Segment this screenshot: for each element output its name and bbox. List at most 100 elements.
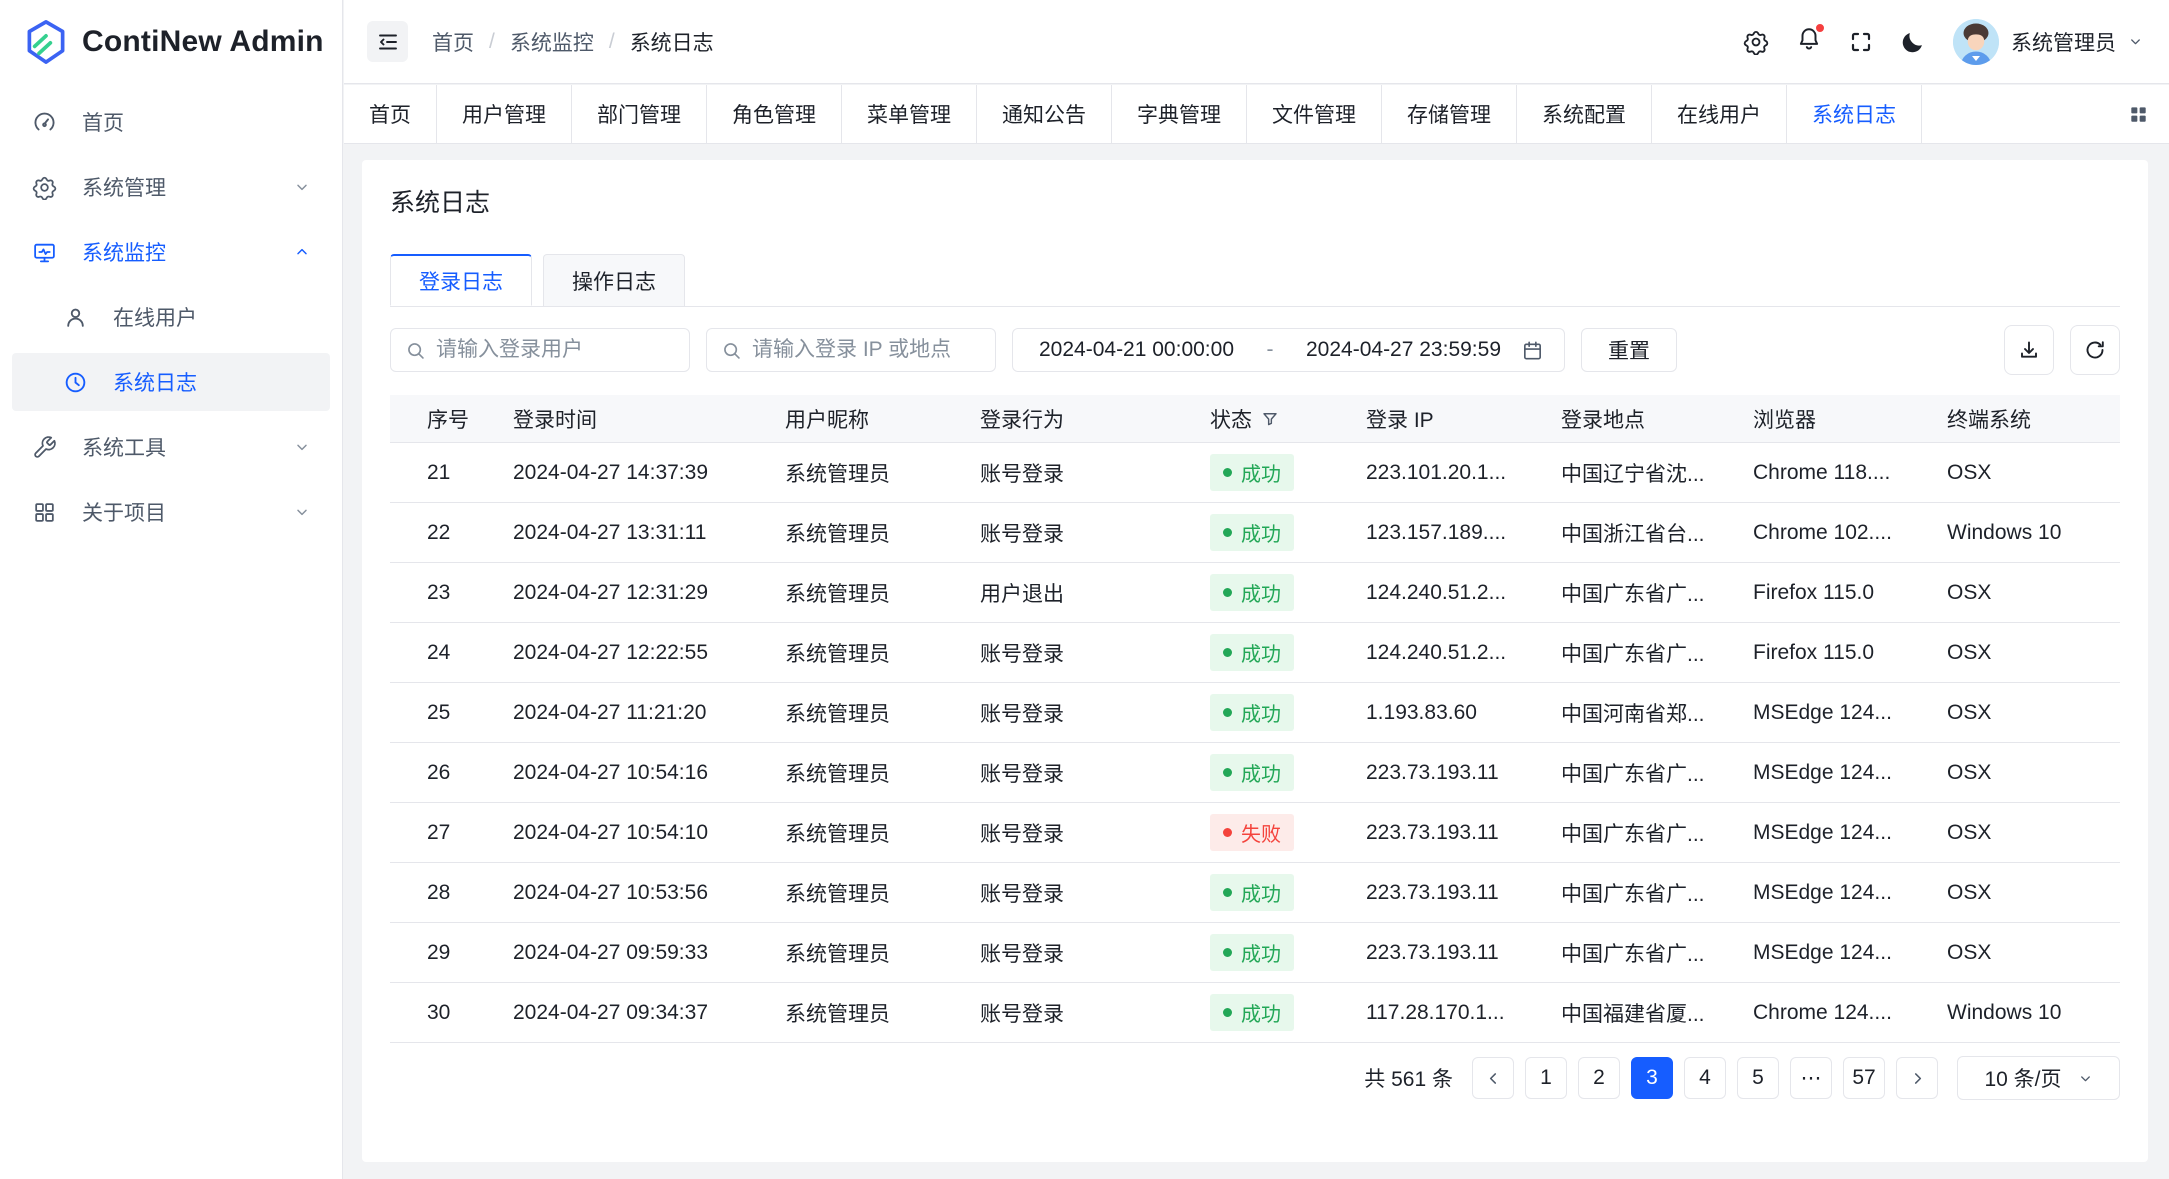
cell-location: 中国河南省郑... (1561, 698, 1753, 728)
page-button-57[interactable]: 57 (1843, 1057, 1885, 1099)
cell-nickname: 系统管理员 (785, 578, 980, 608)
tab-user-management[interactable]: 用户管理 (437, 85, 572, 143)
prev-page-button[interactable] (1472, 1057, 1514, 1099)
tab-login-log[interactable]: 登录日志 (390, 254, 532, 306)
tab-department-management[interactable]: 部门管理 (572, 85, 707, 143)
cell-action: 账号登录 (980, 638, 1210, 668)
table-row: 24 2024-04-27 12:22:55 系统管理员 账号登录 成功 124… (390, 623, 2120, 683)
cell-index: 21 (390, 461, 513, 485)
cell-os: OSX (1947, 941, 2120, 965)
cell-action: 账号登录 (980, 458, 1210, 488)
cell-status: 成功 (1210, 454, 1366, 491)
cell-time: 2024-04-27 12:22:55 (513, 641, 785, 665)
cell-status: 成功 (1210, 994, 1366, 1031)
tab-file-management[interactable]: 文件管理 (1247, 85, 1382, 143)
status-dot (1223, 468, 1232, 477)
sidebar-item-about-project[interactable]: 关于项目 (12, 483, 330, 541)
page-button-4[interactable]: 4 (1684, 1057, 1726, 1099)
filter-funnel-icon[interactable] (1261, 410, 1279, 428)
page-button-3-active[interactable]: 3 (1631, 1057, 1673, 1099)
table-row: 29 2024-04-27 09:59:33 系统管理员 账号登录 成功 223… (390, 923, 2120, 983)
breadcrumb-current: 系统日志 (630, 27, 714, 57)
cell-time: 2024-04-27 12:31:29 (513, 581, 785, 605)
tab-online-users[interactable]: 在线用户 (1652, 85, 1787, 143)
settings-gear-icon[interactable] (1743, 29, 1769, 55)
col-status: 状态 (1210, 404, 1366, 434)
login-user-search-input[interactable] (436, 338, 675, 362)
tab-list-menu-button[interactable] (2107, 85, 2169, 143)
sidebar-item-label: 首页 (82, 107, 310, 137)
cell-ip: 223.101.20.1... (1366, 461, 1561, 485)
sidebar-item-home[interactable]: 首页 (12, 93, 330, 151)
refresh-button[interactable] (2070, 325, 2120, 375)
tab-system-log[interactable]: 系统日志 (1787, 85, 1922, 143)
login-ip-search-field[interactable] (706, 328, 996, 372)
cell-location: 中国广东省广... (1561, 578, 1753, 608)
page-size-select[interactable]: 10 条/页 (1957, 1056, 2120, 1100)
reset-button[interactable]: 重置 (1581, 328, 1677, 372)
cell-os: OSX (1947, 701, 2120, 725)
chevron-down-icon (2128, 34, 2143, 49)
status-badge: 成功 (1210, 694, 1294, 731)
tab-menu-management[interactable]: 菜单管理 (842, 85, 977, 143)
logo[interactable]: ContiNew Admin (0, 0, 342, 84)
cell-nickname: 系统管理员 (785, 518, 980, 548)
avatar (1953, 19, 1999, 65)
cell-os: OSX (1947, 641, 2120, 665)
user-name: 系统管理员 (2011, 27, 2116, 57)
sidebar-collapse-button[interactable] (367, 21, 408, 62)
tab-storage-management[interactable]: 存储管理 (1382, 85, 1517, 143)
tab-operation-log[interactable]: 操作日志 (543, 254, 685, 306)
sidebar-item-system-tools[interactable]: 系统工具 (12, 418, 330, 476)
tab-announcement[interactable]: 通知公告 (977, 85, 1112, 143)
cell-status: 失败 (1210, 814, 1366, 851)
status-badge: 成功 (1210, 874, 1294, 911)
next-page-button[interactable] (1896, 1057, 1938, 1099)
cell-index: 26 (390, 761, 513, 785)
cell-ip: 123.157.189.... (1366, 521, 1561, 545)
cell-browser: Chrome 102.... (1753, 521, 1947, 545)
page-button-5[interactable]: 5 (1737, 1057, 1779, 1099)
login-ip-search-input[interactable] (752, 338, 981, 362)
breadcrumb-separator: / (489, 30, 495, 54)
chevron-up-icon (294, 244, 310, 260)
cell-os: OSX (1947, 881, 2120, 905)
login-user-search-field[interactable] (390, 328, 690, 372)
col-action: 登录行为 (980, 404, 1210, 434)
pagination: 共 561 条 1 2 3 4 5 ⋯ 57 10 条/页 (390, 1056, 2120, 1100)
cell-index: 28 (390, 881, 513, 905)
tab-system-config[interactable]: 系统配置 (1517, 85, 1652, 143)
breadcrumb-home[interactable]: 首页 (432, 27, 474, 57)
cell-time: 2024-04-27 14:37:39 (513, 461, 785, 485)
cell-ip: 223.73.193.11 (1366, 941, 1561, 965)
cell-time: 2024-04-27 11:21:20 (513, 701, 785, 725)
sidebar-item-online-users[interactable]: 在线用户 (12, 288, 330, 346)
search-icon (405, 340, 426, 361)
page-tabs-bar: 首页 用户管理 部门管理 角色管理 菜单管理 通知公告 字典管理 文件管理 存储… (344, 85, 2169, 144)
content-area: 系统日志 登录日志 操作日志 2024-04-21 00:00:00 - 202… (344, 145, 2169, 1179)
date-range-picker[interactable]: 2024-04-21 00:00:00 - 2024-04-27 23:59:5… (1012, 328, 1565, 372)
cell-os: OSX (1947, 821, 2120, 845)
col-location: 登录地点 (1561, 404, 1753, 434)
dark-mode-moon-icon[interactable] (1900, 29, 1926, 55)
app-logo-icon (25, 19, 67, 65)
breadcrumb-system-monitor[interactable]: 系统监控 (510, 27, 594, 57)
page-ellipsis-button[interactable]: ⋯ (1790, 1057, 1832, 1099)
export-button[interactable] (2004, 325, 2054, 375)
fullscreen-icon[interactable] (1849, 30, 1873, 54)
tab-home[interactable]: 首页 (344, 85, 437, 143)
sidebar-item-system-management[interactable]: 系统管理 (12, 158, 330, 216)
sidebar-item-label: 系统日志 (113, 367, 310, 397)
page-button-2[interactable]: 2 (1578, 1057, 1620, 1099)
page-button-1[interactable]: 1 (1525, 1057, 1567, 1099)
user-menu[interactable]: 系统管理员 (1953, 19, 2143, 65)
tab-role-management[interactable]: 角色管理 (707, 85, 842, 143)
cell-index: 27 (390, 821, 513, 845)
cell-time: 2024-04-27 09:59:33 (513, 941, 785, 965)
tab-dict-management[interactable]: 字典管理 (1112, 85, 1247, 143)
notifications-button[interactable] (1796, 26, 1822, 57)
sidebar-item-system-monitor[interactable]: 系统监控 (12, 223, 330, 281)
sidebar-item-system-log[interactable]: 系统日志 (12, 353, 330, 411)
cell-time: 2024-04-27 10:54:16 (513, 761, 785, 785)
breadcrumb-separator: / (609, 30, 615, 54)
